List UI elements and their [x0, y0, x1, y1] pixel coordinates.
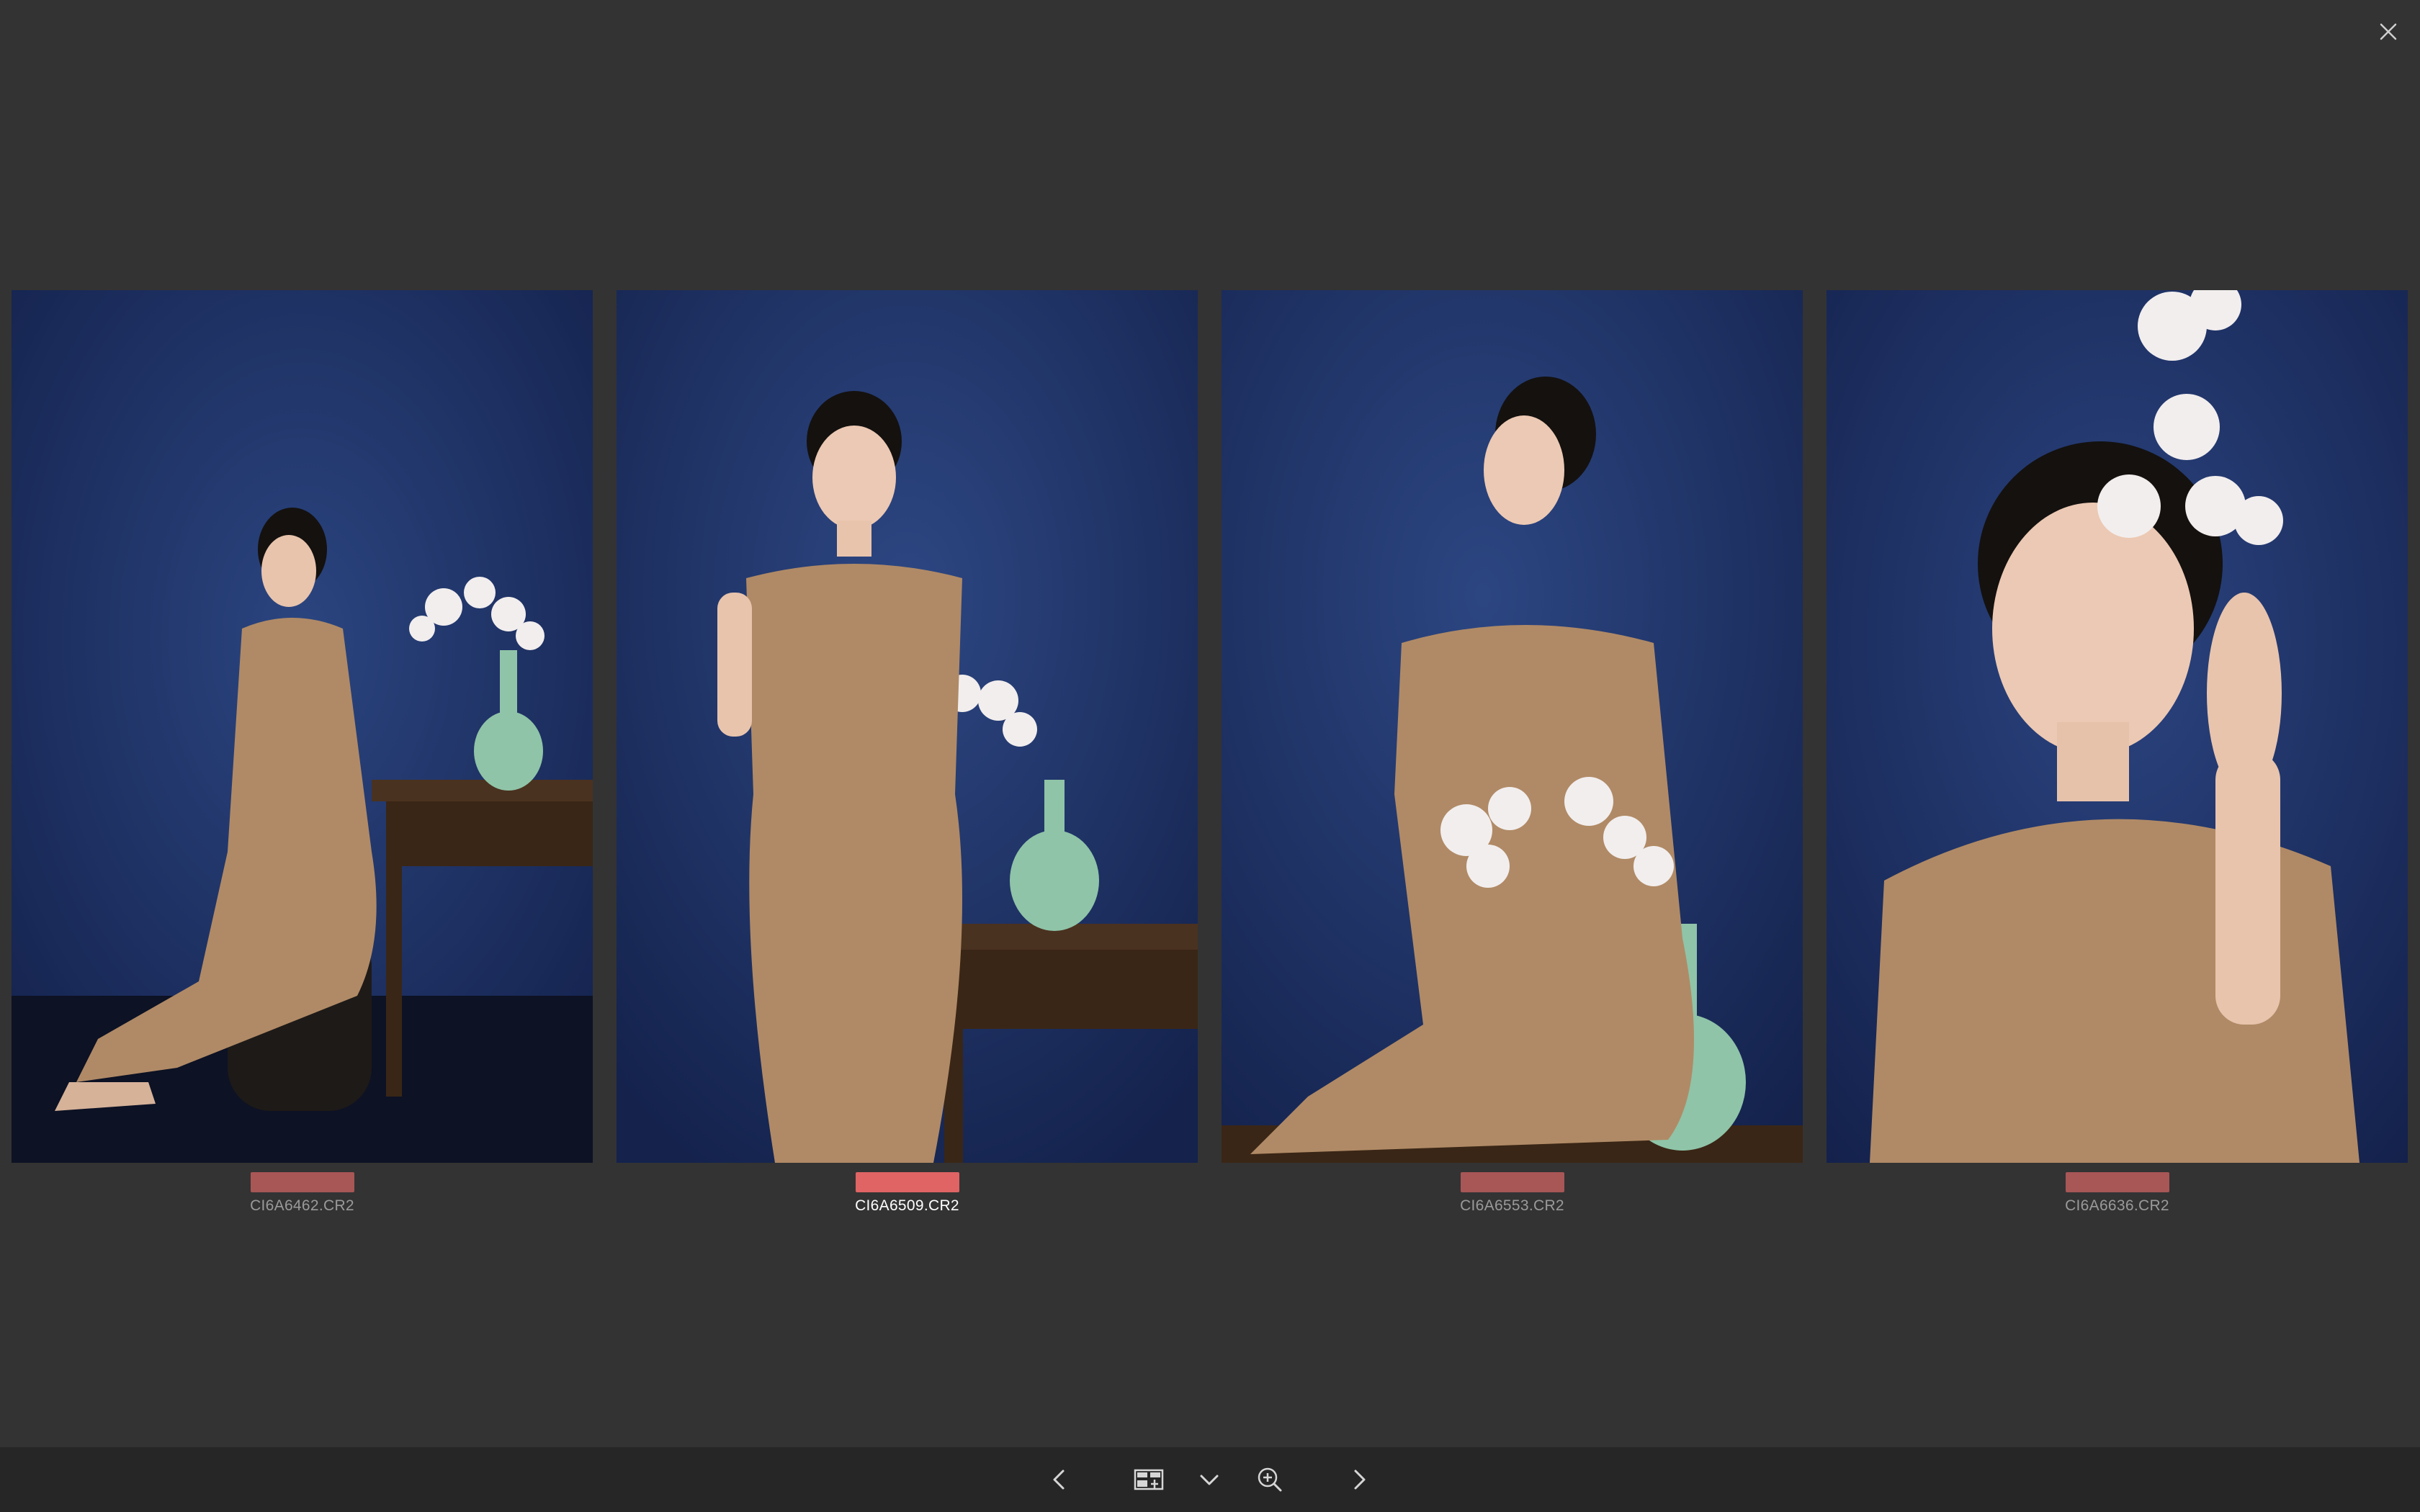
close-button[interactable] — [2372, 16, 2404, 48]
color-label-chip[interactable] — [2066, 1172, 2169, 1192]
next-button[interactable] — [1341, 1462, 1377, 1498]
options-dropdown-button[interactable] — [1191, 1462, 1227, 1498]
color-label-chip[interactable] — [1461, 1172, 1564, 1192]
photo-cell: CI6A6462.CR2 — [12, 290, 593, 1226]
close-icon — [2380, 23, 2397, 40]
chevron-down-icon — [1200, 1475, 1219, 1485]
zoom-in-icon — [1258, 1467, 1282, 1492]
photo-image — [1827, 290, 2408, 1163]
chevron-right-icon — [1354, 1470, 1366, 1490]
color-label-chip[interactable] — [856, 1172, 959, 1192]
photo-image — [1222, 290, 1803, 1163]
photo-thumbnail[interactable] — [12, 290, 593, 1163]
photo-cell: CI6A6509.CR2 — [617, 290, 1198, 1226]
compare-mode-button[interactable] — [1131, 1462, 1167, 1498]
photo-thumbnail[interactable] — [1827, 290, 2408, 1163]
photo-thumbnail[interactable] — [617, 290, 1198, 1163]
chevron-left-icon — [1053, 1470, 1065, 1490]
zoom-button[interactable] — [1252, 1462, 1288, 1498]
photo-filename: CI6A6462.CR2 — [250, 1197, 354, 1214]
photo-image — [12, 290, 593, 1163]
photo-cell: CI6A6553.CR2 — [1222, 290, 1803, 1226]
photo-filename: CI6A6509.CR2 — [855, 1197, 959, 1214]
photo-filename: CI6A6636.CR2 — [2065, 1197, 2169, 1214]
previous-button[interactable] — [1041, 1462, 1077, 1498]
photo-cell: CI6A6636.CR2 — [1827, 290, 2408, 1226]
compare-grid: CI6A6462.CR2 CI6A6509.CR2 CI6A6553.CR2 C… — [12, 290, 2408, 1226]
compare-viewer: CI6A6462.CR2 CI6A6509.CR2 CI6A6553.CR2 C… — [0, 0, 2420, 1512]
color-label-chip[interactable] — [251, 1172, 354, 1192]
photo-filename: CI6A6553.CR2 — [1460, 1197, 1564, 1214]
photo-image — [617, 290, 1198, 1163]
bottom-toolbar — [0, 1447, 2420, 1512]
photo-thumbnail[interactable] — [1222, 290, 1803, 1163]
compare-grid-icon — [1134, 1469, 1164, 1490]
